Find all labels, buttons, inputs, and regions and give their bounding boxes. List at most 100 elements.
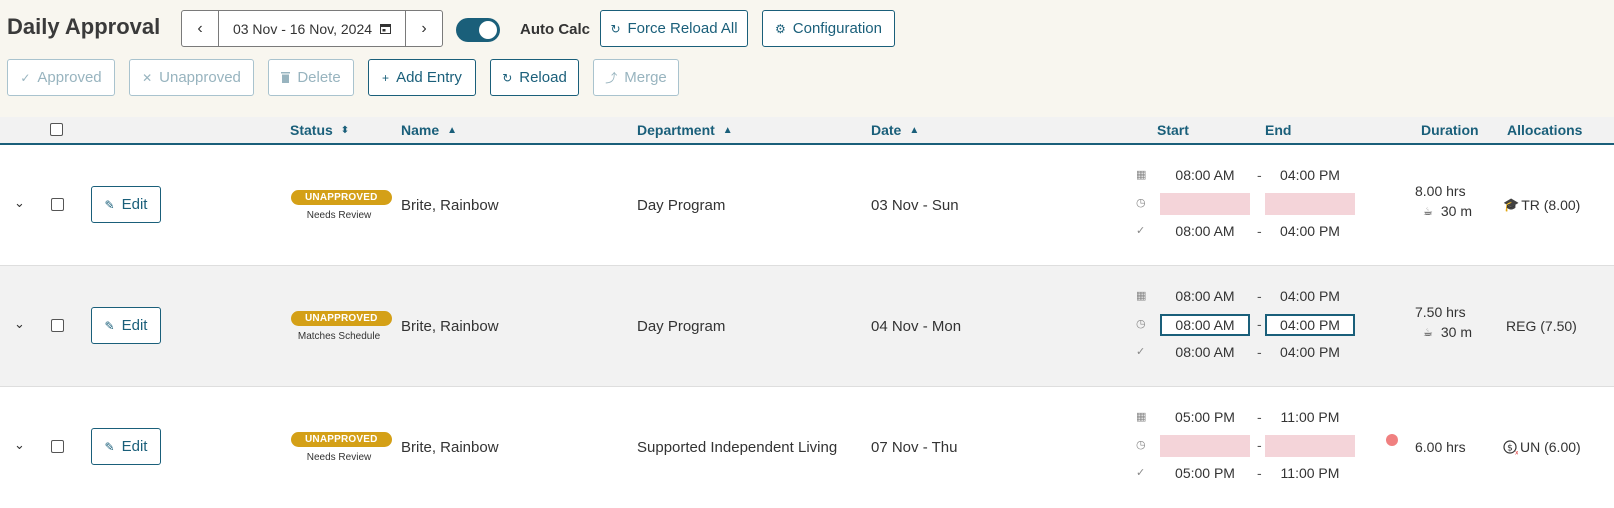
edit-button[interactable]: ✎ Edit <box>91 186 161 223</box>
column-header-date[interactable]: Date ▲ <box>871 122 919 138</box>
date-range-text: 03 Nov - 16 Nov, 2024 <box>232 20 373 37</box>
check-icon: ✓ <box>1136 346 1146 358</box>
force-reload-all-label: Force Reload All <box>627 20 738 37</box>
clock-icon: ◷ <box>1136 197 1146 209</box>
break-info: ☕ 30 m <box>1415 324 1472 340</box>
merge-button[interactable]: ⤴ Merge <box>593 59 679 96</box>
chevron-down-icon[interactable]: ⌄ <box>14 437 25 453</box>
chevron-down-icon[interactable]: ⌄ <box>14 316 25 332</box>
clock-icon: ◷ <box>1136 439 1146 451</box>
department-name: Day Program <box>637 318 726 335</box>
gear-icon: ⚙ <box>775 21 786 36</box>
edit-label: Edit <box>121 196 148 213</box>
approved-end: 04:00 PM <box>1280 344 1340 360</box>
column-header-duration[interactable]: Duration <box>1421 122 1479 138</box>
table-row[interactable]: ⌄ ✎ Edit UNAPPROVED Needs Review Brite, … <box>0 145 1614 266</box>
calendar-icon: ▦ <box>1136 169 1147 181</box>
configuration-label: Configuration <box>792 20 882 37</box>
column-header-allocations[interactable]: Allocations <box>1507 122 1582 138</box>
duration-value: 7.50 hrs <box>1415 304 1466 320</box>
configuration-button[interactable]: ⚙ Configuration <box>762 10 895 47</box>
svg-text:$: $ <box>1507 443 1513 453</box>
allocation-value: UN (6.00) <box>1520 439 1581 455</box>
department-name: Supported Independent Living <box>637 439 838 456</box>
force-reload-all-button[interactable]: ↻ Force Reload All <box>600 10 748 47</box>
time-block: ▦ 05:00 PM - 11:00 PM ◷ - ✓ 05:00 PM - 1… <box>1136 404 1366 488</box>
approved-start: 05:00 PM <box>1175 465 1235 481</box>
scheduled-start: 08:00 AM <box>1175 288 1235 304</box>
column-header-name[interactable]: Name ▲ <box>401 122 457 138</box>
time-separator: - <box>1257 167 1262 183</box>
edit-button[interactable]: ✎ Edit <box>91 428 161 465</box>
column-header-department[interactable]: Department ▲ <box>637 122 733 138</box>
coffee-cup-icon: ☕ <box>1423 326 1433 339</box>
start-header-label: Start <box>1157 122 1189 138</box>
chevron-down-icon[interactable]: ⌄ <box>14 195 25 211</box>
approved-button[interactable]: ✓ Approved <box>7 59 115 96</box>
calendar-icon: ▦ <box>1136 290 1147 302</box>
approved-end: 04:00 PM <box>1280 223 1340 239</box>
entry-date: 04 Nov - Mon <box>871 318 962 335</box>
auto-calc-toggle[interactable] <box>456 18 500 42</box>
allocation-cell: 🎓 TR (8.00) <box>1503 197 1580 213</box>
reload-button[interactable]: ↻ Reload <box>490 59 579 96</box>
chevron-right-icon: › <box>421 19 427 37</box>
allocation-value: TR (8.00) <box>1521 197 1581 213</box>
sort-both-icon: ⬍ <box>340 124 350 136</box>
calendar-icon: ▦ <box>1136 411 1147 423</box>
end-header-label: End <box>1265 122 1292 138</box>
entry-date: 07 Nov - Thu <box>871 439 958 456</box>
clocked-times: ◷ 08:00 AM - 04:00 PM <box>1136 311 1366 339</box>
add-entry-button[interactable]: + Add Entry <box>368 59 476 96</box>
date-range-picker[interactable]: ‹ 03 Nov - 16 Nov, 2024 › <box>181 10 443 47</box>
duration-cell: 7.50 hrs ☕ 30 m <box>1415 304 1472 340</box>
table-row[interactable]: ⌄ ✎ Edit UNAPPROVED Needs Review Brite, … <box>0 387 1614 508</box>
unapproved-button[interactable]: ✕ Unapproved <box>129 59 254 96</box>
status-badge: UNAPPROVED <box>291 432 392 447</box>
toggle-knob <box>479 21 497 39</box>
top-bar: Daily Approval ‹ 03 Nov - 16 Nov, 2024 ›… <box>0 0 1614 117</box>
x-icon: ✕ <box>142 70 153 85</box>
allocation-cell: REG (7.50) <box>1506 318 1577 334</box>
break-info: ☕ 30 m <box>1415 203 1472 219</box>
add-entry-label: Add Entry <box>396 69 462 86</box>
row-checkbox[interactable] <box>51 440 64 453</box>
scheduled-times: ▦ 05:00 PM - 11:00 PM <box>1136 404 1366 432</box>
edit-button[interactable]: ✎ Edit <box>91 307 161 344</box>
time-separator: - <box>1257 223 1262 239</box>
column-header-end[interactable]: End <box>1265 122 1291 138</box>
pencil-icon: ✎ <box>104 197 115 212</box>
calendar-icon <box>380 24 392 34</box>
clocked-end-missing[interactable] <box>1265 435 1355 457</box>
approved-times: ✓ 08:00 AM - 04:00 PM <box>1136 218 1366 246</box>
department-name: Day Program <box>637 197 726 214</box>
table-row[interactable]: ⌄ ✎ Edit UNAPPROVED Matches Schedule Bri… <box>0 266 1614 387</box>
next-period-button[interactable]: › <box>405 11 442 46</box>
date-range-field[interactable]: 03 Nov - 16 Nov, 2024 <box>219 11 405 46</box>
break-value: 30 m <box>1440 203 1472 219</box>
alert-dot-icon <box>1386 434 1398 446</box>
scheduled-times: ▦ 08:00 AM - 04:00 PM <box>1136 283 1366 311</box>
row-checkbox[interactable] <box>51 319 64 332</box>
clocked-start-missing[interactable] <box>1160 193 1250 215</box>
delete-button[interactable]: Delete <box>268 59 354 96</box>
refresh-icon: ↻ <box>610 21 621 36</box>
clocked-end-missing[interactable] <box>1265 193 1355 215</box>
auto-calc-label: Auto Calc <box>520 21 591 38</box>
row-checkbox[interactable] <box>51 198 64 211</box>
clocked-start-missing[interactable] <box>1160 435 1250 457</box>
duration-cell: 6.00 hrs <box>1415 439 1466 455</box>
select-all-checkbox[interactable] <box>50 123 63 136</box>
allocation-cell: $ x UN (6.00) <box>1503 439 1581 455</box>
scheduled-start: 05:00 PM <box>1175 409 1235 425</box>
edit-label: Edit <box>121 438 148 455</box>
unapproved-label: Unapproved <box>159 69 241 86</box>
clocked-start-field[interactable]: 08:00 AM <box>1160 314 1250 336</box>
employee-name: Brite, Rainbow <box>401 439 499 456</box>
clocked-end-field[interactable]: 04:00 PM <box>1265 314 1355 336</box>
merge-label: Merge <box>624 69 667 86</box>
column-header-start[interactable]: Start <box>1157 122 1189 138</box>
time-separator: - <box>1257 288 1262 304</box>
prev-period-button[interactable]: ‹ <box>182 11 219 46</box>
column-header-status[interactable]: Status ⬍ <box>290 122 349 138</box>
